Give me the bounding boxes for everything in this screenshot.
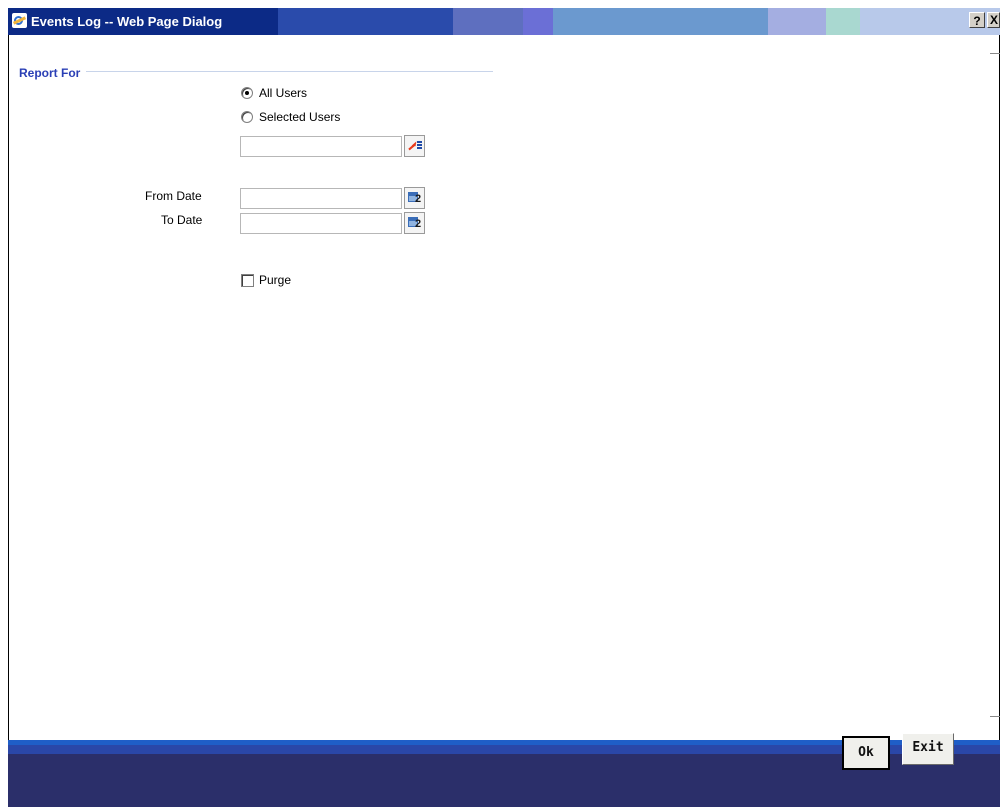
ok-button[interactable]: Ok [842, 736, 890, 770]
title-bar: Events Log -- Web Page Dialog [8, 8, 1000, 35]
dialog-frame [8, 8, 1000, 807]
calendar-icon[interactable]: 2 [404, 187, 425, 209]
to-date-input[interactable] [240, 213, 402, 234]
selected-users-radio[interactable] [241, 111, 253, 123]
all-users-radio[interactable] [241, 87, 253, 99]
list-of-values-icon[interactable] [404, 135, 425, 157]
from-date-label: From Date [145, 189, 202, 203]
scrollbar-top [990, 53, 1000, 54]
selected-users-label: Selected Users [259, 110, 341, 124]
scrollbar-bottom [990, 716, 1000, 717]
window-title: Events Log -- Web Page Dialog [31, 14, 223, 29]
selected-users-input[interactable] [240, 136, 402, 157]
close-button[interactable]: X [987, 12, 1000, 28]
from-date-input[interactable] [240, 188, 402, 209]
report-for-legend: Report For [19, 66, 87, 80]
to-date-label: To Date [161, 213, 203, 227]
purge-label: Purge [259, 273, 292, 287]
all-users-label: All Users [259, 86, 308, 100]
help-button[interactable]: ? [969, 12, 985, 28]
exit-button[interactable]: Exit [902, 733, 954, 765]
internet-explorer-icon [12, 13, 27, 28]
calendar-icon[interactable]: 2 [404, 212, 425, 234]
purge-checkbox[interactable] [241, 274, 254, 287]
section-divider [19, 71, 493, 72]
